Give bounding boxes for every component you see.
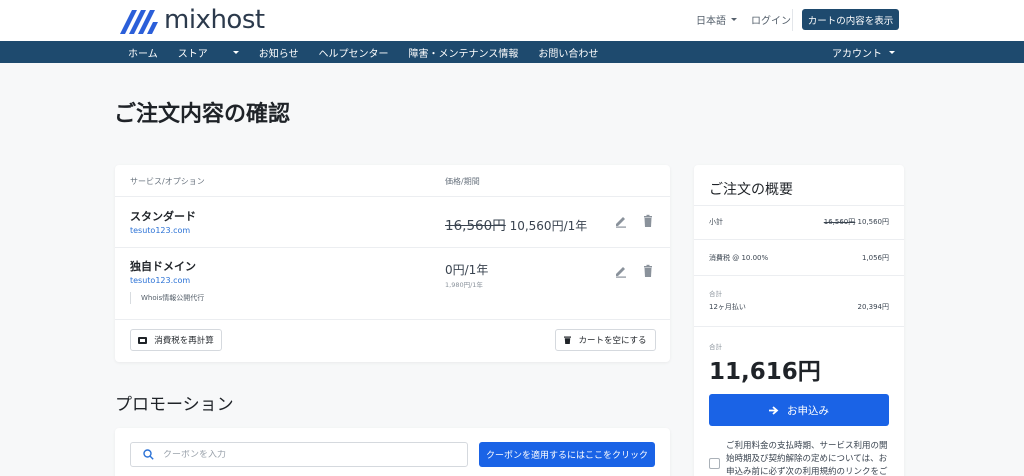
page-title: ご注文内容の確認 bbox=[114, 102, 291, 127]
totals-heading: 合計 bbox=[709, 290, 722, 298]
edit-icon[interactable] bbox=[614, 214, 628, 228]
top-header: mixhost 日本語 ログイン カートの内容を表示 bbox=[0, 0, 1024, 41]
tax-value: 1,056円 bbox=[861, 254, 889, 262]
summary-divider bbox=[694, 275, 904, 276]
summary-divider bbox=[694, 239, 904, 240]
empty-cart-label: カートを空にする bbox=[578, 336, 647, 346]
recalculate-tax-label: 消費税を再計算 bbox=[154, 336, 214, 346]
total-amount: 11,616円 bbox=[709, 359, 821, 385]
place-order-button[interactable]: お申込み bbox=[709, 394, 889, 426]
chevron-down-icon bbox=[889, 50, 895, 54]
calculator-icon bbox=[138, 336, 148, 344]
terms-text: ご利用料金の支払時期、サービス利用の開始時期及び契約解除の定めについては、お申込… bbox=[726, 441, 888, 476]
item-price: 0円/1年 bbox=[445, 263, 489, 277]
summary-divider bbox=[694, 326, 904, 327]
nav-item-store[interactable]: ストア bbox=[178, 45, 239, 60]
column-header-service: サービス/オプション bbox=[130, 177, 205, 186]
nav-item-home[interactable]: ホーム bbox=[128, 45, 158, 60]
total-label: 合計 bbox=[709, 343, 722, 351]
edit-icon[interactable] bbox=[614, 264, 628, 278]
discounted-price: 10,560円/1年 bbox=[509, 219, 588, 233]
empty-cart-button[interactable]: カートを空にする bbox=[555, 329, 656, 351]
summary-title: ご注文の概要 bbox=[709, 182, 793, 198]
subtotal-discounted: 10,560円 bbox=[857, 218, 890, 226]
coupon-input[interactable] bbox=[163, 449, 443, 460]
nav-item-help-center[interactable]: ヘルプセンター bbox=[319, 45, 389, 60]
original-price: 16,560円 bbox=[445, 218, 506, 234]
language-selector[interactable]: 日本語 bbox=[696, 12, 737, 27]
search-icon bbox=[143, 449, 154, 460]
row-divider bbox=[115, 247, 670, 248]
main-nav: ホーム ストア お知らせ ヘルプセンター 障害・メンテナンス情報 お問い合わせ … bbox=[0, 41, 1024, 63]
arrow-right-icon bbox=[769, 405, 779, 415]
chevron-down-icon bbox=[232, 50, 239, 54]
nav-item-account[interactable]: アカウント bbox=[832, 41, 895, 63]
trash-icon bbox=[564, 336, 572, 344]
mixhost-logo[interactable]: mixhost bbox=[118, 4, 265, 36]
terms-checkbox[interactable] bbox=[709, 458, 720, 469]
nav-item-status[interactable]: 障害・メンテナンス情報 bbox=[409, 45, 519, 60]
nav-item-contact[interactable]: お問い合わせ bbox=[538, 45, 598, 60]
item-domain[interactable]: tesuto123.com bbox=[130, 226, 190, 235]
logo-icon bbox=[120, 10, 158, 34]
order-summary-card bbox=[694, 165, 904, 476]
row-divider bbox=[115, 319, 670, 320]
billing-period-label: 12ヶ月払い bbox=[709, 303, 746, 311]
item-name: 独自ドメイン bbox=[130, 260, 196, 273]
item-addon: Whois情報公開代行 bbox=[130, 292, 204, 304]
trash-icon[interactable] bbox=[641, 214, 655, 228]
subtotal-label: 小計 bbox=[709, 218, 723, 226]
tax-label: 消費税 @ 10.00% bbox=[709, 254, 769, 262]
trash-icon[interactable] bbox=[641, 264, 655, 278]
header-divider bbox=[792, 9, 793, 31]
coupon-field[interactable] bbox=[130, 442, 468, 467]
view-cart-button[interactable]: カートの内容を表示 bbox=[802, 9, 899, 30]
item-domain[interactable]: tesuto123.com bbox=[130, 276, 190, 285]
recalculate-tax-button[interactable]: 消費税を再計算 bbox=[130, 329, 222, 351]
nav-account-label: アカウント bbox=[832, 48, 882, 60]
promotion-title: プロモーション bbox=[115, 395, 234, 415]
language-label: 日本語 bbox=[696, 16, 726, 27]
item-name: スタンダード bbox=[130, 210, 196, 223]
summary-divider bbox=[694, 205, 904, 206]
place-order-label: お申込み bbox=[787, 404, 829, 417]
item-price: 16,560円 10,560円/1年 bbox=[445, 214, 587, 234]
column-header-price: 価格/期間 bbox=[445, 177, 480, 186]
nav-item-store-label: ストア bbox=[177, 48, 208, 60]
subtotal-original: 16,560円 bbox=[823, 218, 856, 226]
row-divider bbox=[115, 196, 670, 197]
billing-period-total: 20,394円 bbox=[857, 303, 890, 311]
nav-item-news[interactable]: お知らせ bbox=[259, 45, 299, 60]
apply-coupon-button[interactable]: クーポンを適用するにはここをクリック bbox=[479, 442, 655, 467]
login-link[interactable]: ログイン bbox=[751, 12, 791, 27]
renewal-price: 1,980円/1年 bbox=[445, 281, 483, 289]
subtotal-value: 16,560円 10,560円 bbox=[780, 217, 889, 227]
logo-text: mixhost bbox=[164, 5, 265, 35]
chevron-down-icon bbox=[731, 18, 737, 21]
